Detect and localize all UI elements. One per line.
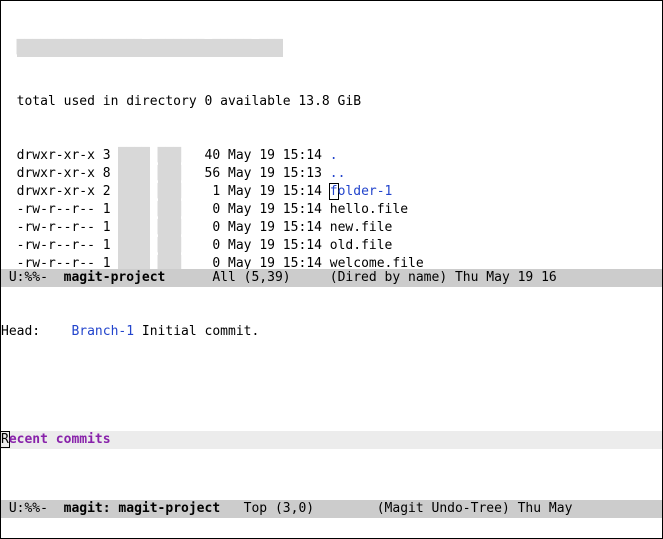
perm: drwxr-xr-x — [17, 166, 95, 181]
perm: -rw-r--r-- — [17, 256, 95, 269]
date: May 19 15:13 — [228, 166, 322, 181]
group: ███ — [158, 219, 181, 237]
owner: ████ — [118, 147, 149, 165]
size: 0 — [189, 220, 220, 235]
dired-entry[interactable]: drwxr-xr-x 3 ████ ███ 40 May 19 15:14 . — [1, 147, 662, 165]
size: 0 — [189, 256, 220, 269]
dired-summary: total used in directory 0 available 13.8… — [1, 93, 662, 111]
magit-buffer[interactable]: Head: Branch-1 Initial commit. Recent co… — [1, 287, 662, 500]
owner: ████ — [118, 165, 149, 183]
modeline-time: Thu May — [510, 501, 580, 516]
modeline-mode: (Dired by name) — [330, 270, 447, 285]
size: 40 — [189, 148, 220, 163]
perm: drwxr-xr-x — [17, 148, 95, 163]
size: 1 — [189, 184, 220, 199]
minibuffer[interactable] — [1, 518, 662, 536]
perm: -rw-r--r-- — [17, 202, 95, 217]
dired-entry[interactable]: -rw-r--r-- 1 ████ ███ 0 May 19 15:14 wel… — [1, 255, 662, 269]
group: ███ — [158, 255, 181, 269]
perm: -rw-r--r-- — [17, 238, 95, 253]
nlinks: 2 — [103, 184, 111, 199]
group: ███ — [158, 165, 181, 183]
emacs-frame: ████████████████ ███████ █████ ███ total… — [0, 0, 663, 539]
date: May 19 15:14 — [228, 256, 322, 269]
group: ███ — [158, 201, 181, 219]
dired-buffer[interactable]: ████████████████ ███████ █████ ███ total… — [1, 1, 662, 269]
owner: ████ — [118, 255, 149, 269]
owner: ████ — [118, 201, 149, 219]
nlinks: 1 — [103, 220, 111, 235]
filename[interactable]: old.file — [330, 238, 393, 253]
filename[interactable]: hello.file — [330, 202, 408, 217]
group: ███ — [158, 147, 181, 165]
dired-header-path: ████████████████ ███████ █████ ███ — [1, 39, 662, 57]
date: May 19 15:14 — [228, 202, 322, 217]
nlinks: 8 — [103, 166, 111, 181]
date: May 19 15:14 — [228, 238, 322, 253]
filename[interactable]: new.file — [330, 220, 393, 235]
modeline-buffer-name: magit: magit-project — [64, 501, 221, 516]
dired-modeline: U:%%- magit-project All (5,39) (Dired by… — [1, 269, 662, 287]
size: 56 — [189, 166, 220, 181]
magit-section-recent-commits[interactable]: Recent commits — [1, 431, 662, 449]
date: May 19 15:14 — [228, 148, 322, 163]
magit-blank-line — [1, 377, 662, 395]
filename[interactable]: . — [330, 148, 338, 163]
date: May 19 15:14 — [228, 220, 322, 235]
filename[interactable]: welcome.file — [330, 256, 424, 269]
perm: -rw-r--r-- — [17, 220, 95, 235]
modeline-status: U:%%- — [1, 501, 64, 516]
perm: drwxr-xr-x — [17, 184, 95, 199]
modeline-time: Thu May 19 16 — [447, 270, 557, 285]
modeline-mode: (Magit Undo-Tree) — [377, 501, 510, 516]
nlinks: 3 — [103, 148, 111, 163]
modeline-position: All (5,39) — [165, 270, 329, 285]
nlinks: 1 — [103, 238, 111, 253]
magit-modeline: U:%%- magit: magit-project Top (3,0) (Ma… — [1, 500, 662, 518]
nlinks: 1 — [103, 256, 111, 269]
nlinks: 1 — [103, 202, 111, 217]
owner: ████ — [118, 183, 149, 201]
modeline-position: Top (3,0) — [220, 501, 377, 516]
dired-entry[interactable]: -rw-r--r-- 1 ████ ███ 0 May 19 15:14 hel… — [1, 201, 662, 219]
magit-head-line: Head: Branch-1 Initial commit. — [1, 323, 662, 341]
size: 0 — [189, 238, 220, 253]
magit-branch-name[interactable]: Branch-1 — [71, 324, 134, 339]
size: 0 — [189, 202, 220, 217]
date: May 19 15:14 — [228, 184, 322, 199]
modeline-buffer-name: magit-project — [64, 270, 166, 285]
dired-entry[interactable]: -rw-r--r-- 1 ████ ███ 0 May 19 15:14 new… — [1, 219, 662, 237]
dired-entry[interactable]: drwxr-xr-x 2 ████ ███ 1 May 19 15:14 fol… — [1, 183, 662, 201]
filename[interactable]: .. — [330, 166, 346, 181]
dired-entry[interactable]: -rw-r--r-- 1 ████ ███ 0 May 19 15:14 old… — [1, 237, 662, 255]
filename[interactable]: older-1 — [338, 184, 393, 199]
group: ███ — [158, 237, 181, 255]
modeline-status: U:%%- — [1, 270, 64, 285]
owner: ████ — [118, 237, 149, 255]
owner: ████ — [118, 219, 149, 237]
group: ███ — [158, 183, 181, 201]
dired-entry[interactable]: drwxr-xr-x 8 ████ ███ 56 May 19 15:13 .. — [1, 165, 662, 183]
